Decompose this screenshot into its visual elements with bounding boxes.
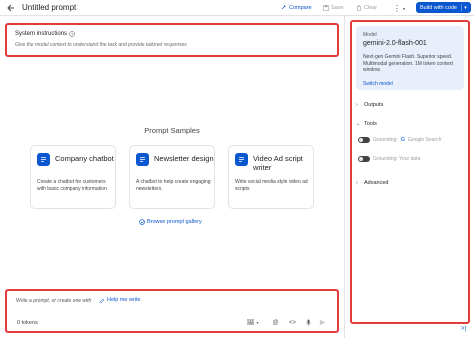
chevron-right-icon: ›: [356, 102, 358, 108]
tools-label: Tools: [364, 121, 377, 127]
grounding-your-data-row: Grounding: Your data: [358, 156, 420, 162]
grounding-google-search-row: Grounding: G Google Search: [358, 137, 441, 143]
clear-button[interactable]: Clear: [356, 3, 377, 13]
model-card[interactable]: Model gemini-2.0-flash-001 Next-gen Gemi…: [356, 26, 464, 90]
system-instructions-title: System instructions: [15, 31, 68, 37]
system-instructions-header: System instructions ?: [15, 31, 75, 37]
grounding-search-toggle[interactable]: [358, 137, 370, 143]
back-arrow-icon[interactable]: [6, 3, 16, 13]
dropdown-caret-icon[interactable]: ▾: [254, 319, 261, 326]
browse-prompt-gallery-link[interactable]: Browse prompt gallery: [139, 219, 202, 225]
gallery-icon: [139, 219, 145, 225]
gallery-label: Browse prompt gallery: [147, 219, 202, 225]
card-description: Create a chatbot for customers with basi…: [37, 179, 107, 192]
send-icon[interactable]: [319, 319, 326, 326]
outputs-label: Outputs: [364, 102, 384, 108]
more-options-button[interactable]: ⋮ ▾: [393, 3, 405, 13]
page-title[interactable]: Untitled prompt: [22, 3, 76, 12]
tools-section[interactable]: ⌄ Tools: [356, 121, 377, 127]
sparkle-pen-icon: [99, 298, 105, 303]
info-icon[interactable]: ?: [69, 31, 75, 37]
save-icon: [323, 5, 329, 11]
model-name: gemini-2.0-flash-001: [363, 40, 427, 47]
mention-icon[interactable]: @: [272, 319, 279, 326]
compare-label: Compare: [289, 5, 312, 11]
save-label: Save: [331, 5, 344, 11]
model-description: Next-gen Gemini Flash. Superior speed. M…: [363, 54, 454, 73]
grounding-data-label: Grounding: Your data: [373, 156, 421, 162]
card-title: Newsletter design: [154, 154, 214, 163]
system-instructions-panel[interactable]: System instructions ? Give the model con…: [5, 23, 339, 57]
sample-card-video-ad-script[interactable]: Video Ad script writer Write social medi…: [228, 145, 314, 209]
clear-label: Clear: [364, 5, 378, 11]
grounding-data-toggle[interactable]: [358, 156, 370, 162]
help-me-write-label: Help me write: [107, 297, 141, 303]
chevron-down-icon[interactable]: ▾: [461, 4, 469, 11]
google-search-label: Google Search: [408, 137, 442, 143]
build-with-code-button[interactable]: Build with code ▾: [416, 2, 471, 13]
card-description: A chatbot to help create engaging newsle…: [136, 179, 211, 192]
chevron-down-icon: ⌄: [356, 121, 361, 127]
advanced-section[interactable]: › Advanced: [356, 180, 388, 186]
prompt-input-area[interactable]: Write a prompt, or create one with Help …: [5, 289, 339, 333]
card-title: Video Ad script writer: [253, 154, 303, 172]
run-settings-panel: Model gemini-2.0-flash-001 Next-gen Gemi…: [350, 20, 470, 324]
card-description: Write social media style video ad script…: [235, 179, 308, 192]
build-label: Build with code: [420, 4, 457, 11]
compare-button[interactable]: Compare: [281, 3, 312, 13]
system-instructions-input[interactable]: Give the model context to understand the…: [15, 42, 187, 48]
image-icon[interactable]: 🖼: [247, 319, 255, 326]
sample-card-company-chatbot[interactable]: Company chatbot Create a chatbot for cus…: [30, 145, 116, 209]
dropdown-caret-icon: ▾: [403, 5, 406, 11]
document-icon: [37, 153, 50, 166]
switch-model-link[interactable]: Switch model: [363, 81, 393, 87]
microphone-icon[interactable]: [305, 319, 312, 326]
grounding-search-label: Grounding:: [373, 137, 398, 143]
document-icon: [235, 153, 248, 166]
panel-divider: [344, 16, 345, 338]
model-label: Model: [363, 32, 377, 38]
compare-icon: [281, 5, 286, 10]
help-me-write-button[interactable]: Help me write: [99, 297, 141, 303]
google-icon: G: [400, 137, 406, 143]
prompt-samples-heading: Prompt Samples: [144, 126, 200, 135]
document-icon: [136, 153, 149, 166]
more-vert-icon: ⋮: [393, 3, 401, 13]
card-title: Company chatbot: [55, 154, 114, 163]
code-icon[interactable]: <>: [289, 319, 296, 326]
advanced-label: Advanced: [364, 180, 389, 186]
collapse-panel-icon[interactable]: >|: [461, 326, 466, 332]
token-count: 0 tokens: [17, 320, 38, 326]
sample-card-newsletter-design[interactable]: Newsletter design A chatbot to help crea…: [129, 145, 215, 209]
prompt-input[interactable]: Write a prompt, or create one with: [16, 298, 91, 304]
top-bar: Untitled prompt Compare Save Clear ⋮ ▾ B…: [0, 0, 474, 16]
save-button[interactable]: Save: [323, 3, 344, 13]
chevron-right-icon: ›: [356, 180, 358, 186]
outputs-section[interactable]: › Outputs: [356, 102, 383, 108]
trash-icon: [357, 5, 361, 11]
